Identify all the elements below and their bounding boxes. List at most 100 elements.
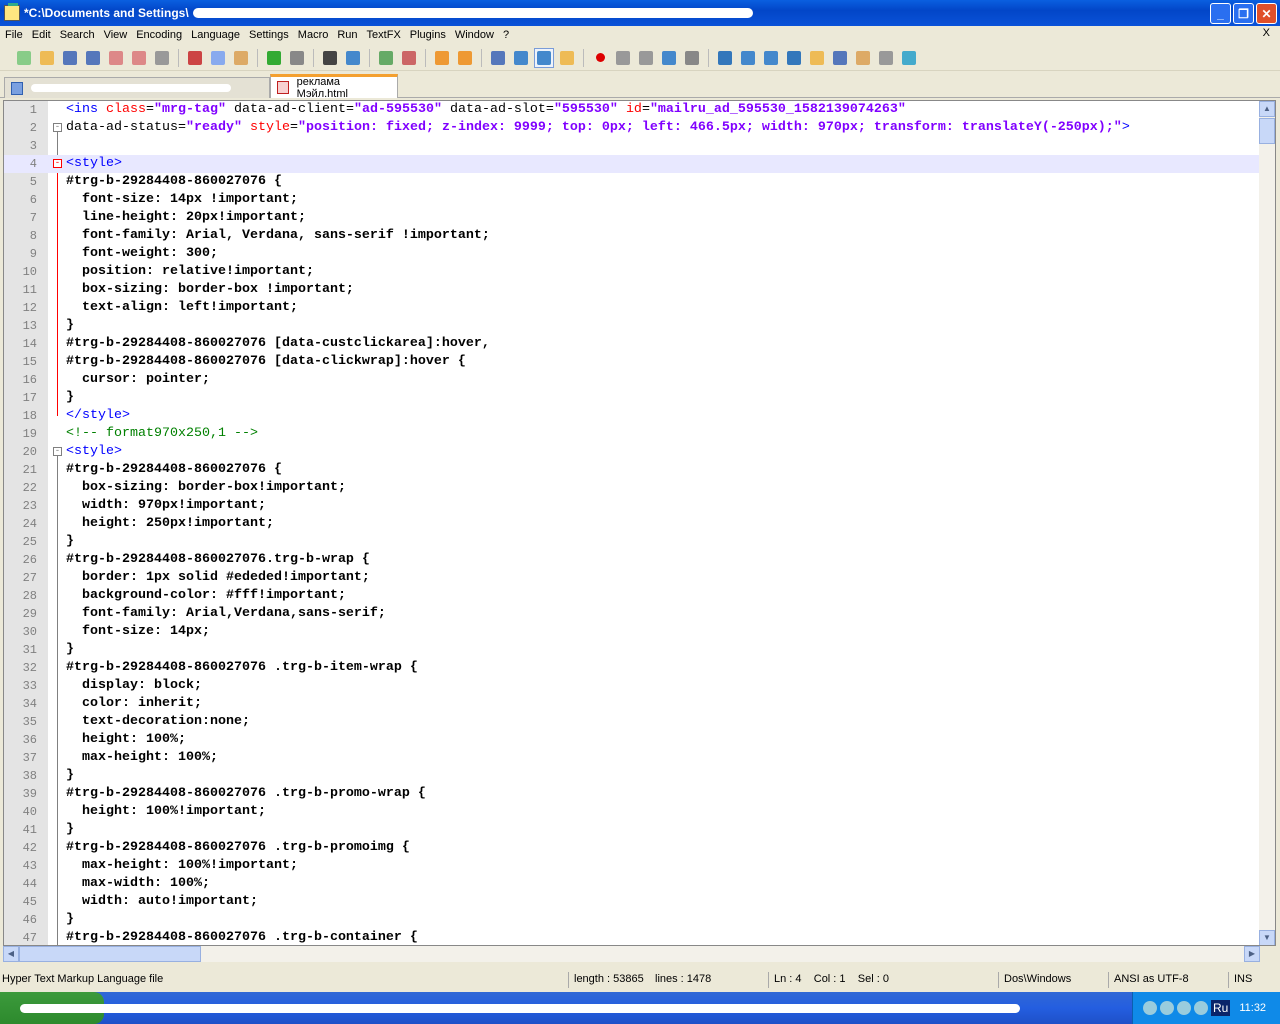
new-file-icon[interactable] xyxy=(14,48,34,68)
code-line[interactable]: 43 max-height: 100%!important; xyxy=(4,857,1260,875)
replace-icon[interactable] xyxy=(343,48,363,68)
code-line[interactable]: 39 #trg-b-29284408-860027076 .trg-b-promo… xyxy=(4,785,1260,803)
tab-document-1[interactable] xyxy=(4,77,270,98)
tab-document-2[interactable]: реклама Мэйл.html xyxy=(270,74,398,100)
code-line[interactable]: 46} xyxy=(4,911,1260,929)
menu-search[interactable]: Search xyxy=(55,29,99,41)
code-line[interactable]: 42 #trg-b-29284408-860027076 .trg-b-promo… xyxy=(4,839,1260,857)
restore-button[interactable]: ❐ xyxy=(1233,3,1254,24)
code-line[interactable]: 3 xyxy=(4,137,1260,155)
horizontal-scrollbar[interactable]: ◀ ▶ xyxy=(3,946,1260,962)
zoom-in-icon[interactable] xyxy=(376,48,396,68)
stop-macro-icon[interactable] xyxy=(613,48,633,68)
print-icon[interactable] xyxy=(152,48,172,68)
cut-icon[interactable] xyxy=(185,48,205,68)
doc-map-icon[interactable] xyxy=(853,48,873,68)
code-line[interactable]: 35 text-decoration:none; xyxy=(4,713,1260,731)
open-file-icon[interactable] xyxy=(37,48,57,68)
code-line[interactable]: 2 - data-ad-status="ready" style="position… xyxy=(4,119,1260,137)
code-line[interactable]: 36 height: 100%; xyxy=(4,731,1260,749)
code-line[interactable]: 4 - <style> xyxy=(4,155,1260,173)
paste-icon[interactable] xyxy=(231,48,251,68)
zoom-out-icon[interactable] xyxy=(399,48,419,68)
code-line[interactable]: 32 #trg-b-29284408-860027076 .trg-b-item-… xyxy=(4,659,1260,677)
find-icon[interactable] xyxy=(320,48,340,68)
close-document-button[interactable]: X xyxy=(1258,27,1274,39)
record-macro-icon[interactable] xyxy=(590,48,610,68)
code-line[interactable]: 17} xyxy=(4,389,1260,407)
code-line[interactable]: 40 height: 100%!important; xyxy=(4,803,1260,821)
code-line[interactable]: 30 font-size: 14px; xyxy=(4,623,1260,641)
close-button[interactable]: ✕ xyxy=(1256,3,1277,24)
code-line[interactable]: 6 font-size: 14px !important; xyxy=(4,191,1260,209)
code-line[interactable]: 34 color: inherit; xyxy=(4,695,1260,713)
code-line[interactable]: 28 background-color: #fff!important; xyxy=(4,587,1260,605)
code-line[interactable]: 1 <ins class="mrg-tag" data-ad-client="ad… xyxy=(4,101,1260,119)
code-line[interactable]: 22 box-sizing: border-box!important; xyxy=(4,479,1260,497)
tray-icon[interactable] xyxy=(1194,1001,1208,1015)
network-icon[interactable] xyxy=(1143,1001,1157,1015)
tray-icon[interactable] xyxy=(1160,1001,1174,1015)
show-all-chars-icon[interactable] xyxy=(511,48,531,68)
code-line[interactable]: 33 display: block; xyxy=(4,677,1260,695)
scroll-down-button[interactable]: ▼ xyxy=(1259,930,1275,945)
sync-horizontal-icon[interactable] xyxy=(455,48,475,68)
code-line[interactable]: 27 border: 1px solid #ededed!important; xyxy=(4,569,1260,587)
code-line[interactable]: 25} xyxy=(4,533,1260,551)
code-line[interactable]: 10 position: relative!important; xyxy=(4,263,1260,281)
first-icon[interactable] xyxy=(715,48,735,68)
code-line[interactable]: 12 text-align: left!important; xyxy=(4,299,1260,317)
menu-language[interactable]: Language xyxy=(186,29,244,41)
last-icon[interactable] xyxy=(784,48,804,68)
copy-icon[interactable] xyxy=(208,48,228,68)
menu-file[interactable]: File xyxy=(0,29,27,41)
vertical-scrollbar[interactable]: ▲ ▼ xyxy=(1259,101,1275,945)
code-editor[interactable]: 1 <ins class="mrg-tag" data-ad-client="ad… xyxy=(3,100,1276,946)
code-line[interactable]: 37 max-height: 100%; xyxy=(4,749,1260,767)
word-wrap-icon[interactable] xyxy=(488,48,508,68)
next-icon[interactable] xyxy=(761,48,781,68)
save-all-icon[interactable] xyxy=(83,48,103,68)
indent-guide-icon[interactable] xyxy=(534,47,554,68)
code-line[interactable]: 26 #trg-b-29284408-860027076.trg-b-wrap { xyxy=(4,551,1260,569)
code-line[interactable]: 16 cursor: pointer; xyxy=(4,371,1260,389)
code-line[interactable]: 44 max-width: 100%; xyxy=(4,875,1260,893)
fold-toggle-icon[interactable]: - xyxy=(53,123,62,132)
code-line[interactable]: 11 box-sizing: border-box !important; xyxy=(4,281,1260,299)
code-line[interactable]: 15 #trg-b-29284408-860027076 [data-clickw… xyxy=(4,353,1260,371)
code-line[interactable]: 21 #trg-b-29284408-860027076 { xyxy=(4,461,1260,479)
menu-plugins[interactable]: Plugins xyxy=(405,29,450,41)
code-line[interactable]: 8 font-family: Arial, Verdana, sans-seri… xyxy=(4,227,1260,245)
menu-settings[interactable]: Settings xyxy=(244,29,293,41)
code-line[interactable]: 38} xyxy=(4,767,1260,785)
function-list-icon[interactable] xyxy=(876,48,896,68)
code-line[interactable]: 23 width: 970px!important; xyxy=(4,497,1260,515)
code-line[interactable]: 9 font-weight: 300; xyxy=(4,245,1260,263)
horizontal-scroll-thumb[interactable] xyxy=(19,946,201,962)
minimize-button[interactable]: _ xyxy=(1210,3,1231,24)
code-line[interactable]: 45 width: auto!important; xyxy=(4,893,1260,911)
undo-icon[interactable] xyxy=(264,48,284,68)
menu-run[interactable]: Run xyxy=(332,29,361,41)
code-line[interactable]: 41} xyxy=(4,821,1260,839)
run-macro-multiple-icon[interactable] xyxy=(659,48,679,68)
menu-view[interactable]: View xyxy=(99,29,132,41)
fold-toggle-icon[interactable]: - xyxy=(53,159,62,168)
save-icon[interactable] xyxy=(60,48,80,68)
close-icon[interactable] xyxy=(106,48,126,68)
user-language-icon[interactable] xyxy=(557,48,577,68)
scroll-right-button[interactable]: ▶ xyxy=(1244,946,1260,962)
menu-macro[interactable]: Macro xyxy=(293,29,333,41)
tray-icon[interactable] xyxy=(1177,1001,1191,1015)
code-line[interactable]: 19 <!-- format970x250,1 --> xyxy=(4,425,1260,443)
menu-edit[interactable]: Edit xyxy=(27,29,55,41)
save-macro-icon[interactable] xyxy=(682,48,702,68)
code-line[interactable]: 18 </style> xyxy=(4,407,1260,425)
fold-toggle-icon[interactable]: - xyxy=(53,447,62,456)
code-line[interactable]: 20 - <style> xyxy=(4,443,1260,461)
menu-help[interactable]: ? xyxy=(498,29,513,41)
spellcheck-icon[interactable] xyxy=(899,48,919,68)
code-line[interactable]: 31} xyxy=(4,641,1260,659)
menu-window[interactable]: Window xyxy=(450,29,498,41)
redo-icon[interactable] xyxy=(287,48,307,68)
